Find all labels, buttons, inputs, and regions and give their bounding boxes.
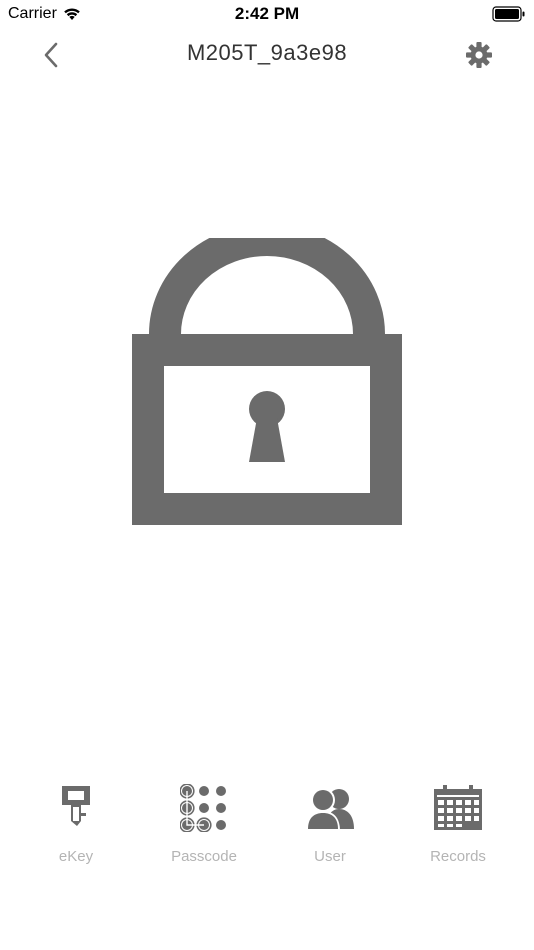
nav-bar: M205T_9a3e98 [0, 28, 534, 80]
settings-button[interactable] [464, 40, 494, 70]
tab-label-passcode: Passcode [171, 848, 237, 865]
key-icon [48, 780, 104, 836]
tab-label-user: User [314, 848, 346, 865]
users-icon [302, 780, 358, 836]
battery-icon [492, 6, 526, 27]
calendar-icon [430, 780, 486, 836]
passcode-grid-icon [176, 780, 232, 836]
status-time: 2:42 PM [234, 4, 300, 23]
bottom-tab-bar: eKey Passcode User Records [0, 780, 534, 880]
tab-passcode[interactable]: Passcode [149, 780, 259, 870]
tab-label-ekey: eKey [58, 848, 94, 865]
tab-ekey[interactable]: eKey [21, 780, 131, 870]
lock-button[interactable] [132, 224, 402, 525]
lock-icon [132, 224, 402, 525]
tab-label-records: Records [430, 848, 486, 865]
page-title: M205T_9a3e98 [186, 40, 348, 65]
status-bar: Carrier 2:42 PM [0, 0, 534, 28]
tab-records[interactable]: Records [403, 780, 513, 870]
tab-user[interactable]: User [275, 780, 385, 870]
gear-icon [466, 42, 492, 68]
